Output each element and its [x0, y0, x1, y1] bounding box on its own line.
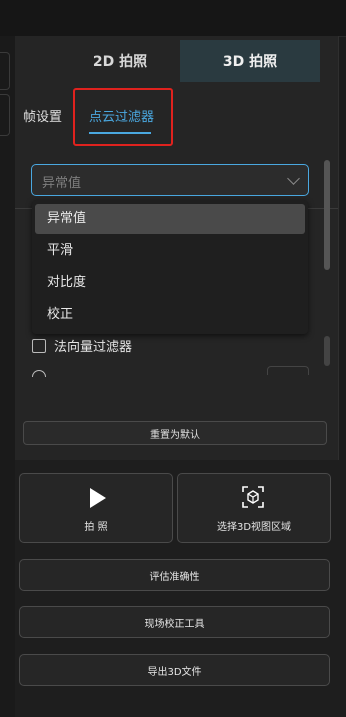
left-panel-edge [0, 36, 15, 717]
partial-input-field[interactable] [267, 366, 309, 375]
capture-button-label: 拍 照 [84, 522, 108, 533]
capture-button[interactable]: 拍 照 [19, 473, 173, 543]
dropdown-option-contrast[interactable]: 对比度 [35, 268, 305, 298]
dropdown-option-smoothing[interactable]: 平滑 [35, 236, 305, 266]
tab-3d-capture[interactable]: 3D 拍照 [180, 40, 320, 82]
reset-default-button[interactable]: 重置为默认 [23, 421, 327, 445]
export-3d-button[interactable]: 导出3D文件 [19, 654, 330, 686]
tab-frame-settings[interactable]: 帧设置 [23, 106, 62, 125]
select-region-icon [242, 486, 264, 508]
field-calibration-button[interactable]: 现场校正工具 [19, 606, 330, 638]
top-bar [0, 0, 346, 37]
dropdown-option-outlier[interactable]: 异常值 [35, 204, 305, 234]
filter-type-select[interactable]: 异常值 [31, 164, 309, 196]
panel-scrollbar-track[interactable] [324, 336, 330, 366]
tab-2d-capture[interactable]: 2D 拍照 [45, 40, 195, 82]
evaluate-accuracy-button[interactable]: 评估准确性 [19, 559, 330, 591]
settings-panel: 2D 拍照 3D 拍照 帧设置 点云过滤器 异常值 法向量过滤器 异常值 平滑 … [15, 36, 339, 460]
partial-radio-button[interactable] [32, 370, 46, 377]
normal-filter-row[interactable]: 法向量过滤器 [32, 336, 132, 355]
select-3d-region-label: 选择3D视图区域 [216, 522, 292, 533]
select-3d-region-button[interactable]: 选择3D视图区域 [177, 473, 331, 543]
play-icon [90, 488, 106, 508]
filter-type-value: 异常值 [42, 176, 82, 191]
filter-type-dropdown: 异常值 平滑 对比度 校正 [32, 200, 308, 334]
dropdown-option-correction[interactable]: 校正 [35, 300, 305, 330]
chevron-down-icon [287, 172, 300, 185]
panel-scrollbar[interactable] [324, 160, 330, 270]
normal-filter-checkbox[interactable] [32, 338, 46, 353]
normal-filter-label: 法向量过滤器 [54, 340, 133, 355]
left-panel-button-edge[interactable] [0, 52, 10, 90]
annotation-highlight-box [73, 88, 173, 146]
action-area: 拍 照 选择3D视图区域 评估准确性 现场校正工具 导出3D文件 [15, 460, 346, 717]
left-panel-button-edge[interactable] [0, 94, 10, 136]
